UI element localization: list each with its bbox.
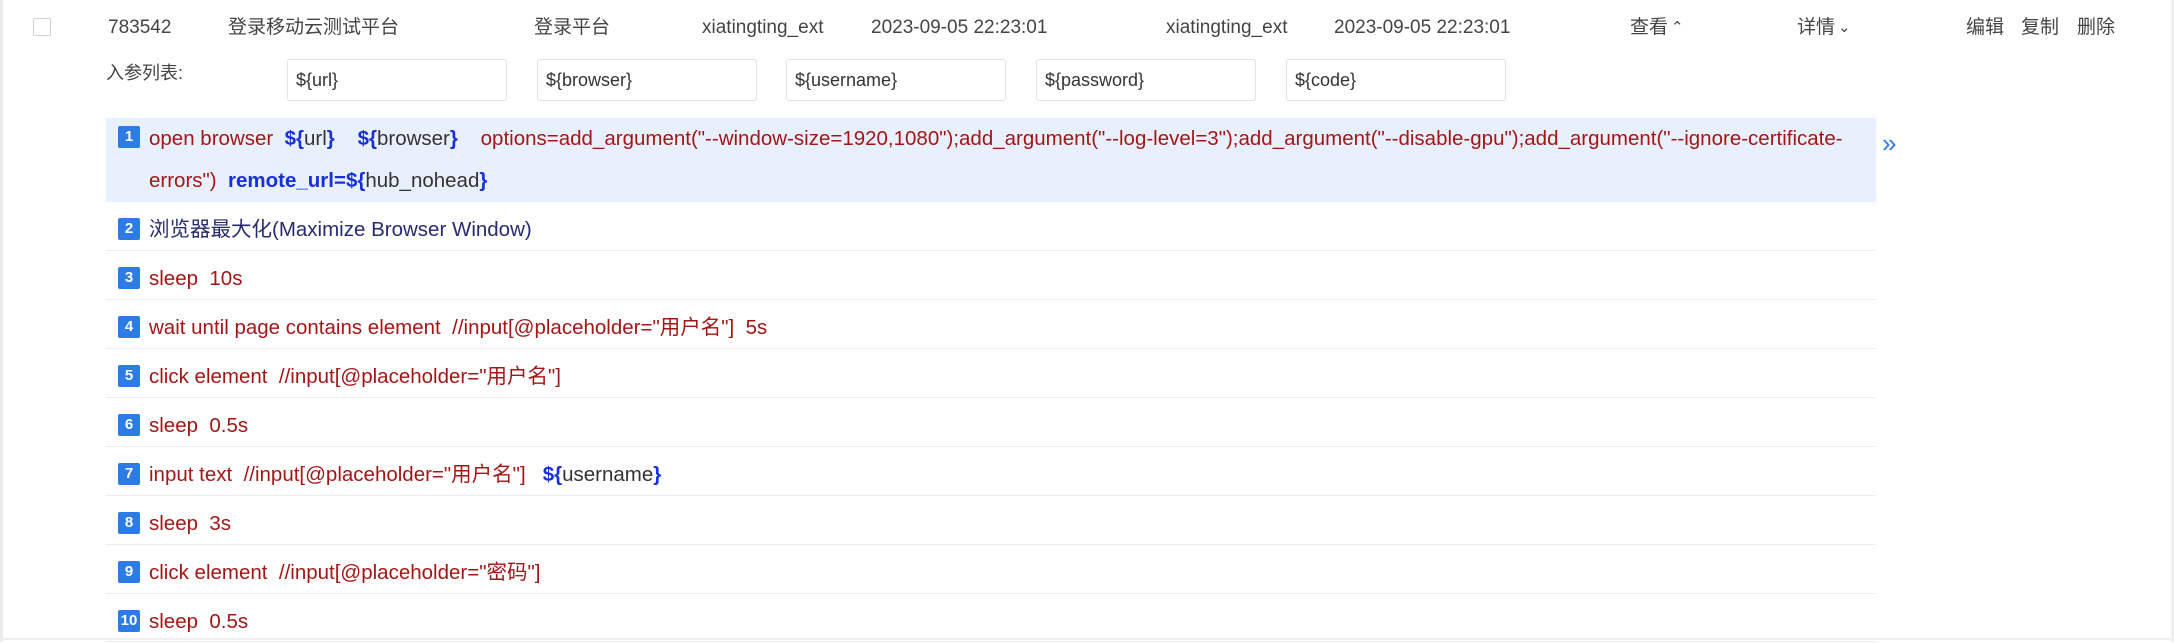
step-row[interactable]: 10 sleep 0.5s <box>106 601 1876 642</box>
step-text: click element //input[@placeholder="密码"] <box>149 552 1868 594</box>
step-number: 10 <box>118 610 140 632</box>
step-token: } <box>449 127 458 150</box>
step-token: username <box>562 463 654 486</box>
step-token: hub_nohead <box>365 169 480 192</box>
step-text: wait until page contains element //input… <box>149 307 1868 349</box>
step-token: click element //input[@placeholder="密码"] <box>149 561 541 584</box>
step-number: 5 <box>118 365 140 387</box>
step-token: click element //input[@placeholder="用户名"… <box>149 365 561 388</box>
step-token <box>335 127 358 150</box>
step-token: sleep 10s <box>149 267 243 290</box>
param-field-code[interactable]: ${code} <box>1286 59 1506 101</box>
detail-button[interactable]: 详情 ⌄ <box>1797 16 1851 40</box>
case-id: 783542 <box>108 17 172 38</box>
params-label: 入参列表: <box>106 63 184 83</box>
param-field-url[interactable]: ${url} <box>287 59 507 101</box>
param-field-username[interactable]: ${username} <box>786 59 1006 101</box>
step-row[interactable]: 4 wait until page contains element //inpu… <box>106 307 1876 349</box>
step-token: wait until page contains element //input… <box>149 316 768 339</box>
step-token: } <box>326 127 335 150</box>
case-platform: 登录平台 <box>534 17 611 38</box>
case-name: 登录移动云测试平台 <box>228 17 400 38</box>
step-token: sleep 3s <box>149 512 232 535</box>
step-token: open browser <box>149 127 285 150</box>
step-row[interactable]: 9 click element //input[@placeholder="密码"… <box>106 552 1876 594</box>
step-token: remote_url=${ <box>228 169 366 192</box>
row-checkbox[interactable] <box>33 18 51 36</box>
step-text: sleep 0.5s <box>149 405 1868 447</box>
step-row[interactable]: 2 浏览器最大化(Maximize Browser Window) <box>106 209 1876 251</box>
created-time: 2023-09-05 22:23:01 <box>871 17 1048 38</box>
step-number: 4 <box>118 316 140 338</box>
step-token: ${ <box>284 127 304 150</box>
step-token: browser <box>376 127 450 150</box>
double-chevron-right-icon[interactable]: » <box>1882 128 1896 159</box>
left-border <box>0 0 3 642</box>
step-row[interactable]: 6 sleep 0.5s <box>106 405 1876 447</box>
edit-button[interactable]: 编辑 <box>1966 16 2004 40</box>
step-number: 8 <box>118 512 140 534</box>
step-row[interactable]: 5 click element //input[@placeholder="用户名… <box>106 356 1876 398</box>
step-token: sleep 0.5s <box>149 414 249 437</box>
view-button[interactable]: 查看 ⌃ <box>1630 16 1684 40</box>
step-text: click element //input[@placeholder="用户名"… <box>149 356 1868 398</box>
step-text: input text //input[@placeholder="用户名"] $… <box>149 454 1868 496</box>
step-token: ${ <box>542 463 563 486</box>
chevron-up-icon: ⌃ <box>1671 19 1684 36</box>
updater: xiatingting_ext <box>1166 17 1288 38</box>
step-token: 浏览器最大化(Maximize Browser Window) <box>149 218 532 241</box>
step-number: 6 <box>118 414 140 436</box>
step-text: 浏览器最大化(Maximize Browser Window) <box>149 209 1868 251</box>
step-row[interactable]: 7 input text //input[@placeholder="用户名"] … <box>106 454 1876 496</box>
param-field-password[interactable]: ${password} <box>1036 59 1256 101</box>
step-text: sleep 10s <box>149 258 1868 300</box>
step-row[interactable]: 1 open browser ${url} ${browser} options=… <box>106 118 1876 202</box>
creator: xiatingting_ext <box>702 17 824 38</box>
step-token: } <box>479 169 488 192</box>
step-row[interactable]: 3 sleep 10s <box>106 258 1876 300</box>
step-number: 7 <box>118 463 140 485</box>
copy-button[interactable]: 复制 <box>2021 16 2059 40</box>
step-row[interactable]: 8 sleep 3s <box>106 503 1876 545</box>
chevron-down-icon: ⌄ <box>1838 19 1851 36</box>
param-field-browser[interactable]: ${browser} <box>537 59 757 101</box>
step-token: ${ <box>357 127 377 150</box>
step-token: url <box>304 127 327 150</box>
step-number: 2 <box>118 218 140 240</box>
detail-label: 详情 <box>1797 17 1836 38</box>
step-number: 9 <box>118 561 140 583</box>
step-token: input text //input[@placeholder="用户名"] <box>149 463 543 486</box>
table-row: 783542 登录移动云测试平台 登录平台 xiatingting_ext 20… <box>0 0 2174 56</box>
step-token: } <box>653 463 662 486</box>
step-text: sleep 3s <box>149 503 1868 545</box>
step-token: sleep 0.5s <box>149 610 249 633</box>
step-number: 3 <box>118 267 140 289</box>
step-text: sleep 0.5s <box>149 601 1868 643</box>
updated-time: 2023-09-05 22:23:01 <box>1334 17 1511 38</box>
view-label: 查看 <box>1630 17 1669 38</box>
delete-button[interactable]: 删除 <box>2077 16 2115 40</box>
step-number: 1 <box>118 126 140 148</box>
step-text: open browser ${url} ${browser} options=a… <box>149 118 1868 202</box>
